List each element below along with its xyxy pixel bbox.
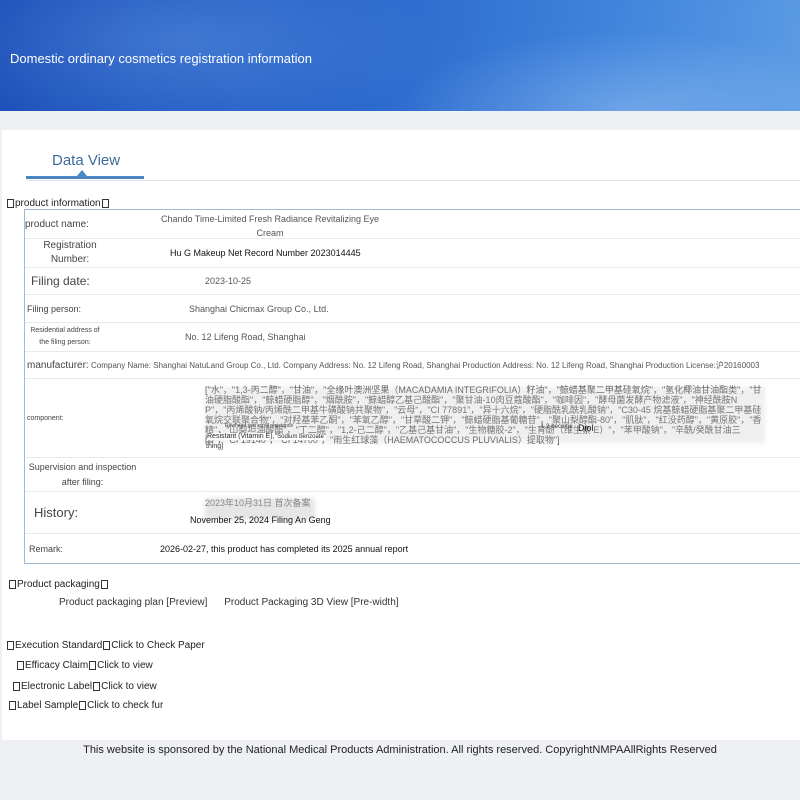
box-glyph-icon <box>101 198 109 208</box>
component-overlay-5: "Sodium benzoate" <box>275 434 326 440</box>
row-supervision: Supervision and inspection after filing: <box>25 458 800 492</box>
packaging-links: Product packaging plan [Preview] Product… <box>59 597 413 608</box>
box-glyph-icon <box>79 700 87 710</box>
content-panel: Data View product information product na… <box>2 130 800 740</box>
page-header: Domestic ordinary cosmetics registration… <box>0 0 800 111</box>
value-filing-date: 2023-10-25 <box>205 276 252 286</box>
component-overlay-6: thing] <box>206 443 224 450</box>
tab-bar: Data View <box>26 150 800 181</box>
product-packaging-title: Product packaging <box>8 579 109 590</box>
label-residential-address: Residential address of the filing person: <box>30 327 100 346</box>
label-filing-date: Filing date: <box>31 274 90 288</box>
value-registration-number: Hu G Makeup Net Record Number 2023014445 <box>170 248 361 258</box>
product-info-table: product name: Chando Time-Limited Fresh … <box>24 209 800 564</box>
row-component: component: ["水"，"1,3-丙二醇"，"甘油"，"全缘叶澳洲坚果（… <box>25 379 800 458</box>
box-glyph-icon <box>100 579 108 589</box>
box-glyph-icon <box>7 198 14 208</box>
footer-copyright: This website is sponsored by the Nationa… <box>83 744 717 756</box>
value-residential-address: No. 12 Lifeng Road, Shanghai <box>185 332 306 342</box>
label-filing-person: Filing person: <box>27 303 82 314</box>
label-registration-number: Registration Number: <box>43 240 97 265</box>
row-residential-address: Residential address of the filing person:… <box>25 323 800 352</box>
link-electronic-label[interactable]: Electronic Label Click to view <box>12 681 157 692</box>
tab-data-view[interactable]: Data View <box>52 152 120 169</box>
product-information-title: product information <box>6 198 110 209</box>
value-manufacturer: Company Name: Shanghai NatuLand Group Co… <box>91 360 760 370</box>
box-glyph-icon <box>13 681 20 691</box>
link-label-sample[interactable]: Label Sample Click to check fur <box>8 700 163 711</box>
value-product-name: Chando Time-Limited Fresh Radiance Revit… <box>160 214 380 238</box>
row-registration-number: Registration Number: Hu G Makeup Net Reco… <box>25 239 800 268</box>
row-product-name: product name: Chando Time-Limited Fresh … <box>25 210 800 239</box>
tab-caret-icon <box>77 170 87 176</box>
link-efficacy-claim[interactable]: Efficacy Claim Click to view <box>16 660 153 671</box>
row-remark: Remark: 2026-02-27, this product has com… <box>25 534 800 563</box>
box-glyph-icon <box>17 660 24 670</box>
row-manufacturer: manufacturer: Company Name: Shanghai Nat… <box>25 352 800 379</box>
label-component: component: <box>27 414 64 422</box>
component-overlay-2: 1,2-become <box>541 424 573 430</box>
box-glyph-icon <box>9 579 16 589</box>
value-filing-person: Shanghai Chicmax Group Co., Ltd. <box>189 303 329 314</box>
value-history-2: November 25, 2024 Filing An Geng <box>190 515 331 525</box>
box-glyph-icon <box>9 700 16 710</box>
component-overlay-3: Diol <box>578 423 594 433</box>
value-remark: 2026-02-27, this product has completed i… <box>160 543 409 554</box>
tab-underline <box>26 176 144 179</box>
box-glyph-icon <box>7 640 14 650</box>
component-overlay-1: Rawhead sort scroll resistance <box>225 423 294 429</box>
row-history: History: 2023年10月31日 首次备案 November 25, 2… <box>25 492 800 534</box>
box-glyph-icon <box>89 660 97 670</box>
row-filing-date: Filing date: 2023-10-25 <box>25 268 800 295</box>
label-history: History: <box>34 505 79 520</box>
box-glyph-icon <box>103 640 111 650</box>
packaging-plan-link[interactable]: Product packaging plan [Preview] <box>59 597 207 608</box>
row-filing-person: Filing person: Shanghai Chicmax Group Co… <box>25 295 800 323</box>
page-title: Domestic ordinary cosmetics registration… <box>10 51 312 66</box>
label-supervision: Supervision and inspection after filing: <box>28 461 137 487</box>
box-glyph-icon <box>93 681 101 691</box>
packaging-3d-view-link[interactable]: Product Packaging 3D View [Pre-width] <box>224 597 398 608</box>
component-overlay-4: Resistant (Vitamin E), <box>207 433 275 440</box>
link-execution-standard[interactable]: Execution Standard Click to Check Paper <box>6 640 205 651</box>
